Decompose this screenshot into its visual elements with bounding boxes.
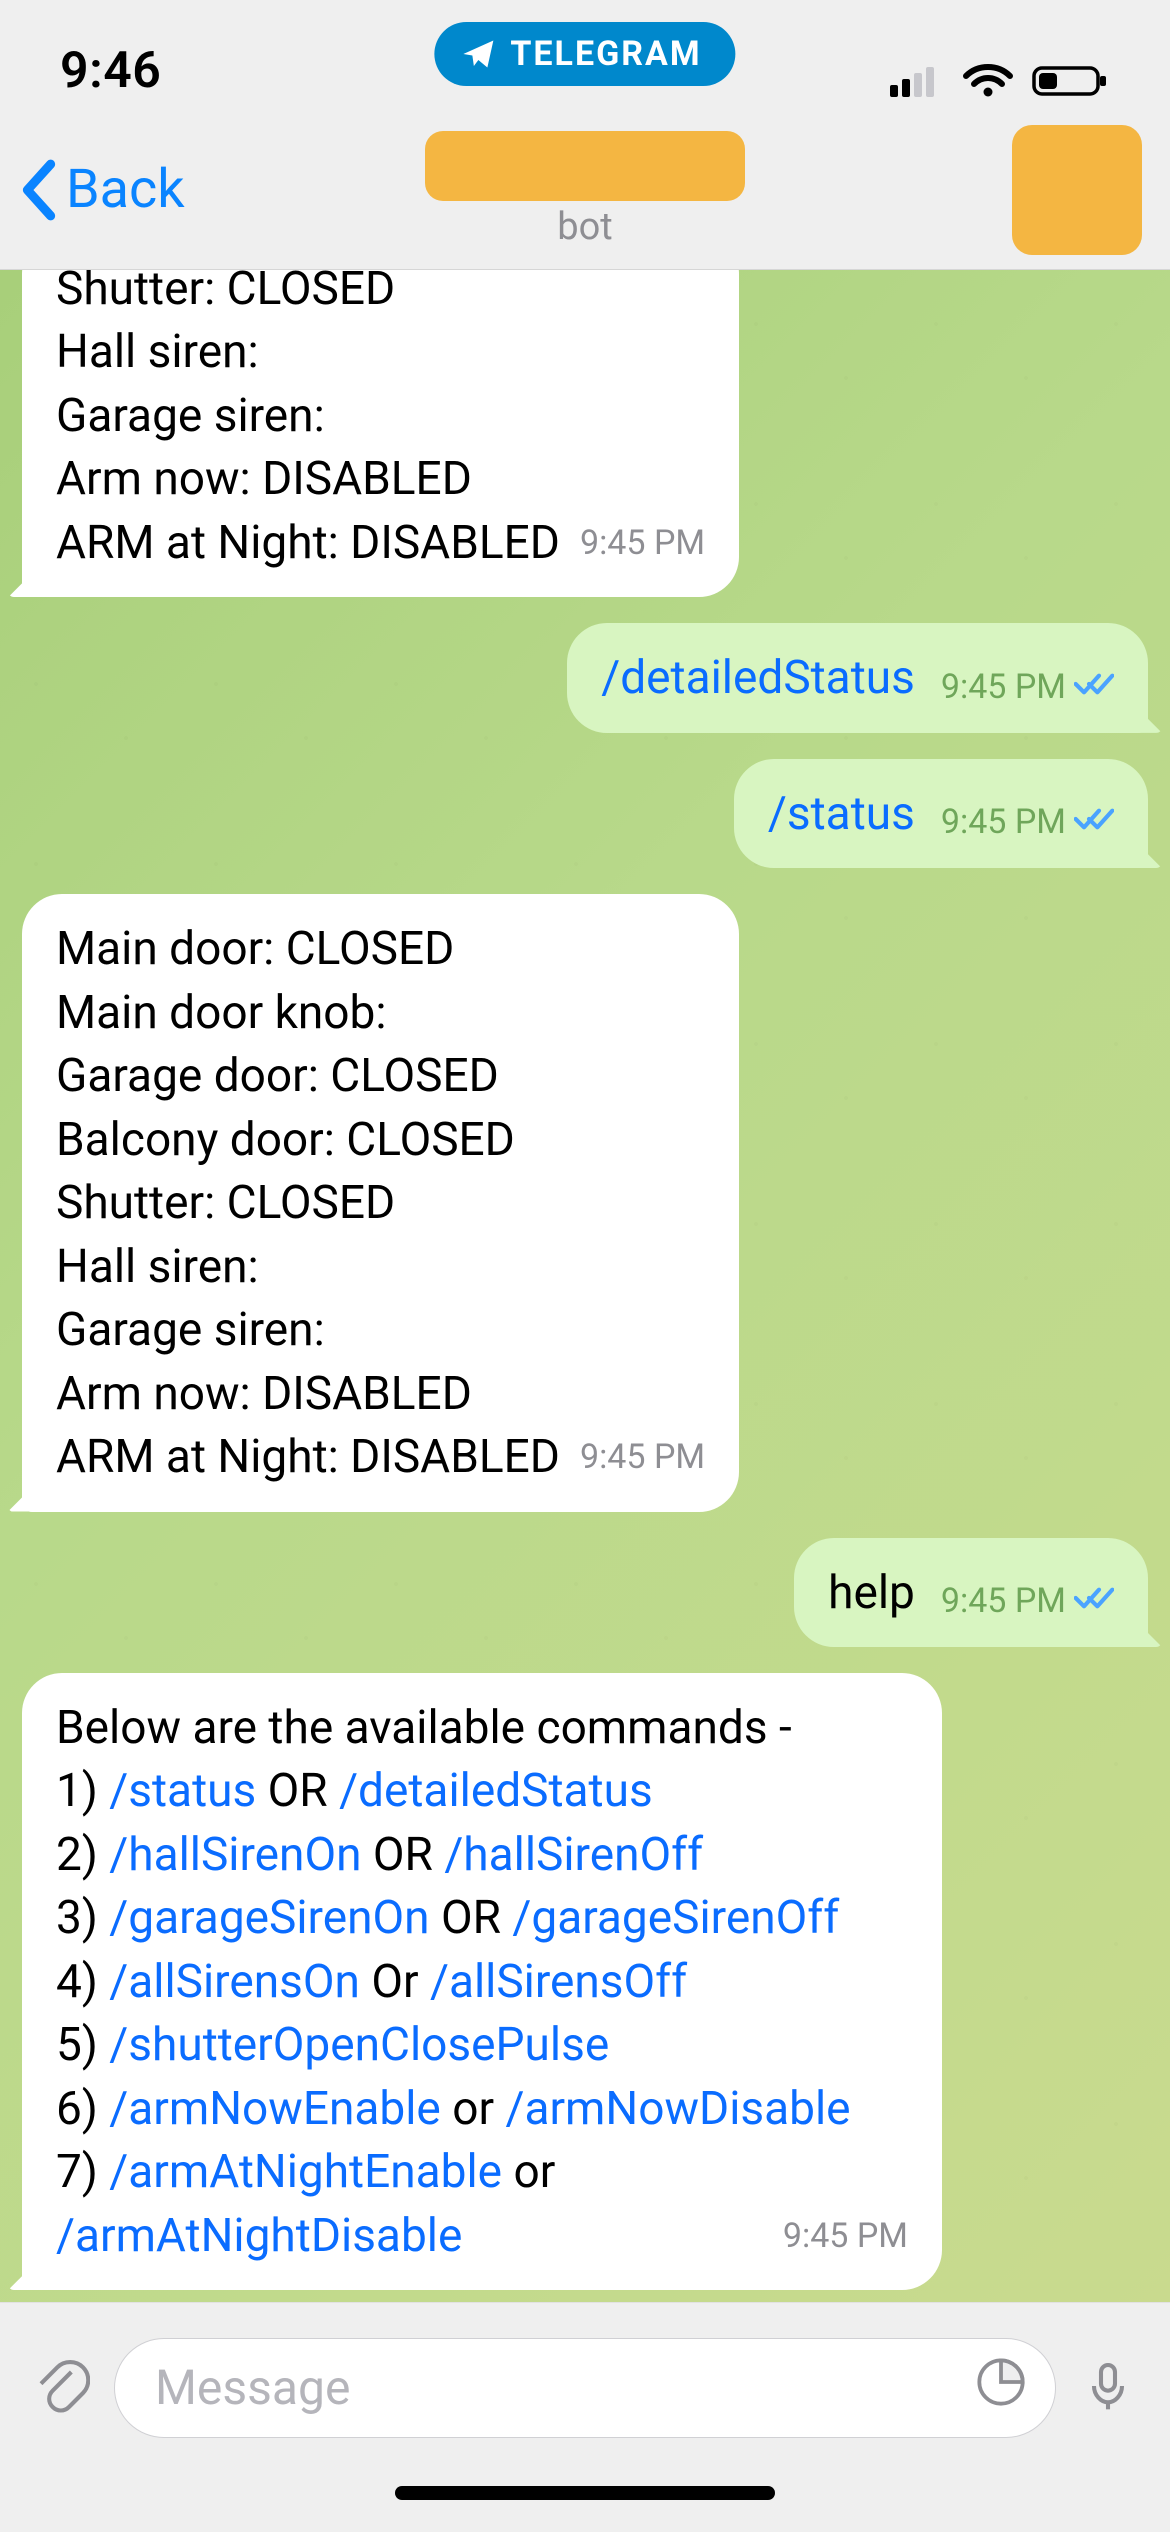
cellular-icon	[890, 63, 944, 99]
chat-header: Back bot	[0, 110, 1170, 270]
message-text: help	[828, 1562, 915, 1625]
command-link[interactable]: /garageSirenOff	[512, 1891, 839, 1945]
message-line: Hall siren:	[56, 1236, 705, 1299]
back-button[interactable]: Back	[18, 158, 185, 221]
chat-title-area[interactable]: bot	[425, 131, 745, 249]
status-time: 9:46	[60, 42, 161, 100]
home-indicator-area	[0, 2472, 1170, 2532]
command-link[interactable]: /garageSirenOn	[109, 1891, 429, 1945]
chat-scroll[interactable]: Shutter: CLOSED Hall siren: Garage siren…	[0, 270, 1170, 2302]
status-bar: 9:46 TELEGRAM	[0, 0, 1170, 110]
command-link[interactable]: /allSirensOff	[430, 1955, 687, 2009]
message-line: Garage door: CLOSED	[56, 1045, 705, 1108]
command-link[interactable]: /detailedStatus	[601, 647, 915, 710]
sticker-icon	[975, 2356, 1027, 2408]
sticker-button[interactable]	[975, 2356, 1027, 2420]
command-link[interactable]: /hallSirenOff	[444, 1828, 703, 1882]
command-link[interactable]: /detailedStatus	[339, 1764, 653, 1818]
command-link[interactable]: /status	[768, 783, 915, 846]
row-index: 7)	[56, 2145, 109, 2199]
mic-button[interactable]	[1080, 2358, 1136, 2418]
command-link[interactable]: /shutterOpenClosePulse	[109, 2018, 609, 2072]
pill-label: TELEGRAM	[510, 34, 701, 74]
message-incoming[interactable]: Below are the available commands - 1) /s…	[22, 1673, 942, 2290]
placeholder: Message	[155, 2359, 350, 2416]
message-incoming[interactable]: Main door: CLOSED Main door knob: Garage…	[22, 894, 739, 1511]
paper-plane-icon	[460, 36, 496, 72]
avatar-redacted	[1012, 125, 1142, 255]
row-index: 5)	[56, 2018, 109, 2072]
read-checks-icon	[1074, 1578, 1114, 1625]
message-time: 9:45 PM	[941, 799, 1114, 846]
back-label: Back	[66, 158, 185, 221]
message-outgoing[interactable]: help 9:45 PM	[794, 1538, 1148, 1647]
chat-title-redacted	[425, 131, 745, 201]
command-link[interactable]: /armNowDisable	[505, 2082, 850, 2136]
message-time: 9:45 PM	[580, 1434, 705, 1481]
command-link[interactable]: /armAtNightEnable	[109, 2145, 502, 2199]
message-time: 9:45 PM	[580, 520, 705, 567]
chat-avatar[interactable]	[1012, 125, 1142, 255]
battery-icon	[1032, 62, 1110, 100]
message-line: ARM at Night: DISABLED	[56, 1430, 560, 1484]
row-index: 3)	[56, 1891, 109, 1945]
wifi-icon	[962, 62, 1014, 100]
command-link[interactable]: /armNowEnable	[109, 2082, 441, 2136]
message-line: Balcony door: CLOSED	[56, 1109, 705, 1172]
message-line: Arm now: DISABLED	[56, 1363, 705, 1426]
message-input[interactable]: Message	[114, 2338, 1056, 2438]
message-outgoing[interactable]: /status 9:45 PM	[734, 759, 1148, 868]
message-line: Main door: CLOSED	[56, 918, 705, 981]
message-line: ARM at Night: DISABLED	[56, 516, 560, 570]
message-incoming[interactable]: Shutter: CLOSED Hall siren: Garage siren…	[22, 270, 739, 597]
status-right	[890, 62, 1110, 100]
composer: Message	[0, 2302, 1170, 2472]
read-checks-icon	[1074, 799, 1114, 846]
message-line: Main door knob:	[56, 982, 705, 1045]
message-time: 9:45 PM	[941, 664, 1114, 711]
command-link[interactable]: /hallSirenOn	[109, 1828, 361, 1882]
row-index: 2)	[56, 1828, 109, 1882]
message-time: 9:45 PM	[783, 2213, 908, 2260]
chat-subtitle: bot	[425, 205, 745, 249]
read-checks-icon	[1074, 664, 1114, 711]
command-link[interactable]: /allSirensOn	[109, 1955, 360, 2009]
message-line: Garage siren:	[56, 1299, 705, 1362]
message-line: Below are the available commands -	[56, 1697, 908, 1760]
message-line: Shutter: CLOSED	[56, 270, 705, 321]
row-index: 1)	[56, 1764, 109, 1818]
message-time: 9:45 PM	[941, 1578, 1114, 1625]
chevron-left-icon	[18, 159, 60, 221]
message-line: Arm now: DISABLED	[56, 448, 705, 511]
telegram-pill[interactable]: TELEGRAM	[434, 22, 735, 86]
row-index: 4)	[56, 1955, 109, 2009]
command-link[interactable]: /status	[109, 1764, 256, 1818]
home-indicator[interactable]	[395, 2486, 775, 2500]
message-line: Garage siren:	[56, 385, 705, 448]
message-outgoing[interactable]: /detailedStatus 9:45 PM	[567, 623, 1148, 732]
command-link[interactable]: /armAtNightDisable	[56, 2209, 462, 2263]
microphone-icon	[1080, 2358, 1136, 2414]
attach-button[interactable]	[34, 2358, 90, 2418]
message-line: Shutter: CLOSED	[56, 1172, 705, 1235]
message-line: Hall siren:	[56, 321, 705, 384]
row-index: 6)	[56, 2082, 109, 2136]
paperclip-icon	[34, 2358, 90, 2414]
